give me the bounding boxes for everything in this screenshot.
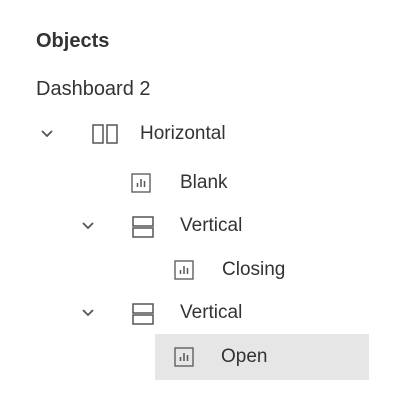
sheet-icon <box>174 347 194 367</box>
objects-panel: Objects Dashboard 2 Horizontal Blank Ver… <box>0 0 398 410</box>
chevron-down-icon[interactable] <box>81 219 95 233</box>
tree-item-closing[interactable]: Closing <box>34 250 364 290</box>
tree-item-open[interactable]: Open <box>155 334 369 380</box>
tree-item-blank[interactable]: Blank <box>34 163 364 203</box>
dashboard-name[interactable]: Dashboard 2 <box>36 78 151 101</box>
tree-item-label: Horizontal <box>140 123 226 144</box>
chevron-down-icon[interactable] <box>40 127 54 141</box>
tree-item-label: Vertical <box>180 215 243 236</box>
vertical-container-icon <box>132 303 154 325</box>
vertical-container-icon <box>132 216 154 238</box>
panel-title: Objects <box>36 30 110 52</box>
tree-item-horizontal[interactable]: Horizontal <box>34 114 364 154</box>
sheet-icon <box>131 173 151 193</box>
tree-item-vertical[interactable]: Vertical <box>34 293 364 333</box>
tree-item-label: Open <box>221 346 268 367</box>
tree-item-vertical[interactable]: Vertical <box>34 206 364 246</box>
tree-item-label: Closing <box>222 259 286 280</box>
horizontal-container-icon <box>92 124 118 144</box>
sheet-icon <box>174 260 194 280</box>
tree-item-label: Vertical <box>180 302 243 323</box>
chevron-down-icon[interactable] <box>81 306 95 320</box>
tree-item-label: Blank <box>180 172 228 193</box>
